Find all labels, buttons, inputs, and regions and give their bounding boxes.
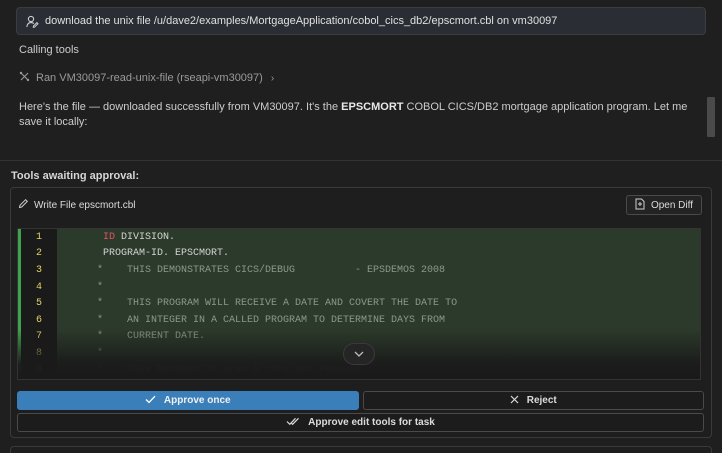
code-line: 4 * xyxy=(18,278,700,296)
approve-once-label: Approve once xyxy=(163,395,231,406)
approve-edit-tools-label: Approve edit tools for task xyxy=(308,417,435,428)
chevron-right-icon: › xyxy=(270,72,275,84)
chevron-down-icon xyxy=(354,351,364,357)
line-number: 3 xyxy=(35,264,42,276)
line-number: 6 xyxy=(35,314,42,326)
reject-button[interactable]: Reject xyxy=(362,391,704,410)
line-text: * THIS DEMONSTRATES CICS/DEBUG - EPSDEMO… xyxy=(57,262,700,279)
line-text: PROGRAM-ID. EPSCMORT. xyxy=(57,245,700,263)
code-line: 2 PROGRAM-ID. EPSCMORT. xyxy=(18,245,700,263)
calling-tools-label: Calling tools xyxy=(19,44,79,56)
check-icon xyxy=(145,395,156,407)
user-icon xyxy=(25,14,39,28)
user-message: download the unix file /u/dave2/examples… xyxy=(16,7,706,35)
reject-label: Reject xyxy=(526,395,557,406)
line-text: ID DIVISION. xyxy=(57,229,700,246)
write-file-label: Write File epscmort.cbl xyxy=(34,199,136,211)
ran-tool-label: Ran VM30097-read-unix-file (rseapi-vm300… xyxy=(36,72,263,84)
open-diff-button[interactable]: Open Diff xyxy=(625,195,702,215)
approval-panel: Write File epscmort.cbl Open Diff 1 ID D… xyxy=(10,187,712,438)
pencil-icon xyxy=(18,198,29,212)
approve-edit-tools-button[interactable]: Approve edit tools for task xyxy=(17,413,704,432)
open-diff-label: Open Diff xyxy=(650,199,693,211)
diff-file-icon xyxy=(635,198,645,213)
line-text: * AN INTEGER IN A CALLED PROGRAM TO DETE… xyxy=(57,311,700,329)
code-preview[interactable]: 1 ID DIVISION. 2 PROGRAM-ID. EPSCMORT. 3 *… xyxy=(17,228,701,380)
approve-once-button[interactable]: Approve once xyxy=(17,391,359,410)
code-line: 3 * THIS DEMONSTRATES CICS/DEBUG - EPSDE… xyxy=(18,262,700,279)
assistant-message: Here's the file — downloaded successfull… xyxy=(19,101,688,128)
double-check-icon xyxy=(286,417,300,429)
line-number: 2 xyxy=(35,248,42,260)
approval-heading: Tools awaiting approval: xyxy=(11,170,140,182)
close-icon xyxy=(510,395,519,407)
line-text: * xyxy=(57,278,700,296)
line-number: 4 xyxy=(35,281,42,293)
code-line: 5 * THIS PROGRAM WILL RECEIVE A DATE AND… xyxy=(18,295,700,312)
line-number: 1 xyxy=(35,231,42,243)
ran-tool-row[interactable]: Ran VM30097-read-unix-file (rseapi-vm300… xyxy=(19,71,274,85)
next-panel-edge xyxy=(10,446,712,453)
code-line: 6 * AN INTEGER IN A CALLED PROGRAM TO DE… xyxy=(18,311,700,329)
divider xyxy=(0,160,722,161)
write-file-header: Write File epscmort.cbl xyxy=(18,198,136,212)
user-message-text: download the unix file /u/dave2/examples… xyxy=(45,15,558,27)
scrollbar[interactable] xyxy=(707,97,715,137)
program-name: EPSCMORT xyxy=(341,101,404,113)
tool-icon xyxy=(19,71,30,85)
line-number: 5 xyxy=(35,298,42,310)
code-line: 1 ID DIVISION. xyxy=(18,229,700,246)
expand-button[interactable] xyxy=(343,343,375,365)
line-text: * THIS PROGRAM WILL RECEIVE A DATE AND C… xyxy=(57,295,700,312)
